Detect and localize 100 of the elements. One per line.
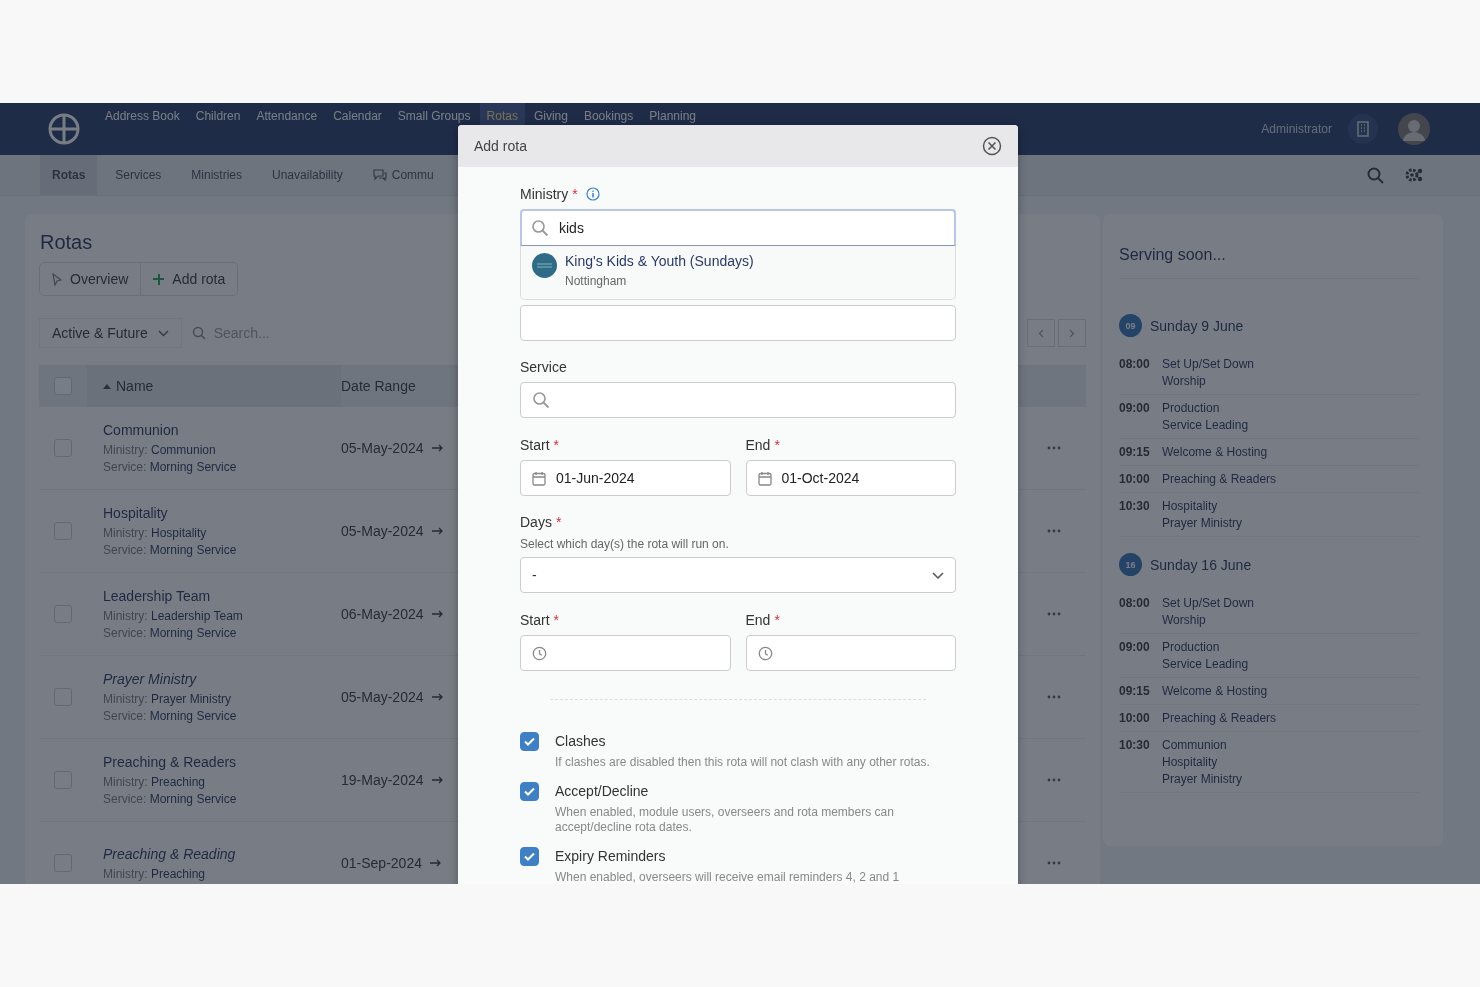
date-field[interactable]: 01-Jun-2024 bbox=[520, 460, 731, 496]
date-range: 06-May-2024 bbox=[341, 606, 424, 622]
calendar-icon bbox=[757, 470, 772, 486]
role-name[interactable]: Production bbox=[1162, 401, 1249, 415]
sub-tab[interactable]: Services bbox=[103, 155, 174, 195]
arrow-right-icon bbox=[429, 859, 442, 867]
role-name[interactable]: Preaching & Readers bbox=[1162, 472, 1277, 486]
arrow-right-icon bbox=[431, 776, 444, 784]
sub-tab[interactable]: Unavailability bbox=[260, 155, 355, 195]
role-name[interactable]: Worship bbox=[1162, 374, 1255, 388]
service-search-field[interactable] bbox=[520, 382, 956, 418]
chevron-right-icon bbox=[1069, 328, 1075, 338]
days-select[interactable]: - bbox=[520, 557, 956, 593]
column-header[interactable]: Name bbox=[87, 365, 341, 407]
avatar-icon[interactable] bbox=[1398, 113, 1430, 145]
role-name[interactable]: Welcome & Hosting bbox=[1162, 445, 1268, 459]
sub-tab[interactable]: Rotas bbox=[40, 155, 98, 195]
search-icon bbox=[531, 219, 549, 237]
nav-link[interactable]: Attendance bbox=[249, 103, 325, 142]
page-title: Rotas bbox=[40, 231, 94, 254]
arrow-right-icon bbox=[431, 444, 444, 452]
rota-name[interactable]: Hospitality bbox=[103, 505, 341, 521]
field-label: End bbox=[745, 437, 771, 453]
filter-dropdown[interactable]: Active & Future bbox=[39, 318, 182, 348]
arrow-right-icon bbox=[431, 693, 444, 701]
rota-name[interactable]: Preaching & Reading bbox=[103, 845, 341, 862]
role-name[interactable]: Preaching & Readers bbox=[1162, 711, 1277, 725]
rota-name[interactable]: Preaching & Readers bbox=[103, 754, 341, 770]
sub-tab[interactable]: Commu bbox=[360, 155, 446, 195]
required-mark: * bbox=[572, 186, 578, 202]
date-field[interactable]: 01-Oct-2024 bbox=[745, 460, 956, 496]
nav-link[interactable]: Address Book bbox=[98, 103, 187, 142]
date-range: 01-Sep-2024 bbox=[341, 855, 422, 871]
rota-name[interactable]: Prayer Ministry bbox=[103, 671, 341, 687]
required-mark: * bbox=[774, 437, 780, 453]
required-mark: * bbox=[555, 514, 562, 530]
sort-up-icon bbox=[103, 383, 111, 389]
field-label: Ministry bbox=[520, 186, 569, 202]
more-icon[interactable] bbox=[1047, 446, 1061, 450]
time-field[interactable] bbox=[745, 635, 956, 671]
role-name[interactable]: Communion bbox=[1162, 738, 1242, 752]
pointer-icon bbox=[52, 272, 62, 286]
building-button[interactable] bbox=[1348, 114, 1378, 144]
check-icon bbox=[524, 851, 535, 861]
user-name[interactable]: Administrator bbox=[1261, 122, 1332, 136]
chevron-down-icon bbox=[932, 571, 944, 579]
role-name[interactable]: Set Up/Set Down bbox=[1162, 596, 1255, 610]
more-icon[interactable] bbox=[1047, 529, 1061, 533]
role-name[interactable]: Hospitality bbox=[1162, 499, 1242, 513]
more-icon[interactable] bbox=[1047, 695, 1061, 699]
close-icon[interactable] bbox=[982, 136, 1002, 156]
overview-button[interactable]: Overview bbox=[39, 262, 142, 296]
role-name[interactable]: Service Leading bbox=[1162, 657, 1249, 671]
search-icon bbox=[191, 326, 206, 340]
more-icon[interactable] bbox=[1047, 612, 1061, 616]
rota-name[interactable]: Leadership Team bbox=[103, 588, 341, 604]
input-field[interactable] bbox=[520, 305, 956, 341]
clock-icon bbox=[757, 645, 773, 661]
sub-tab[interactable]: Ministries bbox=[179, 155, 255, 195]
chevron-down-icon bbox=[157, 329, 169, 337]
add-rota-button[interactable]: Add rota bbox=[141, 262, 239, 296]
check-icon bbox=[524, 786, 535, 796]
date-range: 05-May-2024 bbox=[341, 440, 424, 456]
role-name[interactable]: Production bbox=[1162, 640, 1249, 654]
required-mark: * bbox=[774, 612, 780, 628]
checkbox[interactable] bbox=[520, 781, 539, 801]
checkbox[interactable] bbox=[520, 846, 539, 866]
field-label: Start bbox=[520, 612, 550, 628]
building-icon bbox=[1357, 121, 1369, 137]
date-range: 19-May-2024 bbox=[341, 772, 424, 788]
day-heading: Sunday 16 June bbox=[1150, 556, 1252, 573]
globe-logo-icon[interactable] bbox=[48, 113, 80, 145]
settings-icon[interactable] bbox=[1404, 166, 1424, 184]
time-field[interactable] bbox=[520, 635, 731, 671]
card-title: Serving soon... bbox=[1119, 246, 1419, 279]
role-name[interactable]: Prayer Ministry bbox=[1162, 772, 1242, 786]
search-icon[interactable] bbox=[1367, 166, 1384, 184]
ministry-search-field[interactable]: kids bbox=[520, 209, 956, 246]
more-icon[interactable] bbox=[1047, 778, 1061, 782]
nav-link[interactable]: Calendar bbox=[326, 103, 389, 142]
check-icon bbox=[524, 737, 535, 746]
clock-icon bbox=[532, 645, 547, 661]
ministry-logo-icon bbox=[532, 253, 557, 278]
role-name[interactable]: Hospitality bbox=[1162, 755, 1242, 769]
column-header[interactable]: Date Range bbox=[341, 378, 416, 394]
more-icon[interactable] bbox=[1047, 861, 1061, 865]
date-range: 05-May-2024 bbox=[341, 523, 424, 539]
role-name[interactable]: Service Leading bbox=[1162, 418, 1249, 432]
role-name[interactable]: Welcome & Hosting bbox=[1162, 684, 1268, 698]
checkbox[interactable] bbox=[520, 732, 539, 751]
nav-link[interactable]: Children bbox=[188, 103, 248, 142]
info-icon[interactable] bbox=[585, 187, 600, 201]
role-name[interactable]: Prayer Ministry bbox=[1162, 516, 1242, 530]
required-mark: * bbox=[553, 437, 560, 453]
date-badge: 16 bbox=[1119, 553, 1142, 576]
ministry-option[interactable]: King's Kids & Youth (Sundays) Nottingham bbox=[521, 246, 955, 295]
chat-icon bbox=[372, 169, 387, 181]
role-name[interactable]: Set Up/Set Down bbox=[1162, 357, 1255, 371]
role-name[interactable]: Worship bbox=[1162, 613, 1255, 627]
rota-name[interactable]: Communion bbox=[103, 422, 341, 438]
